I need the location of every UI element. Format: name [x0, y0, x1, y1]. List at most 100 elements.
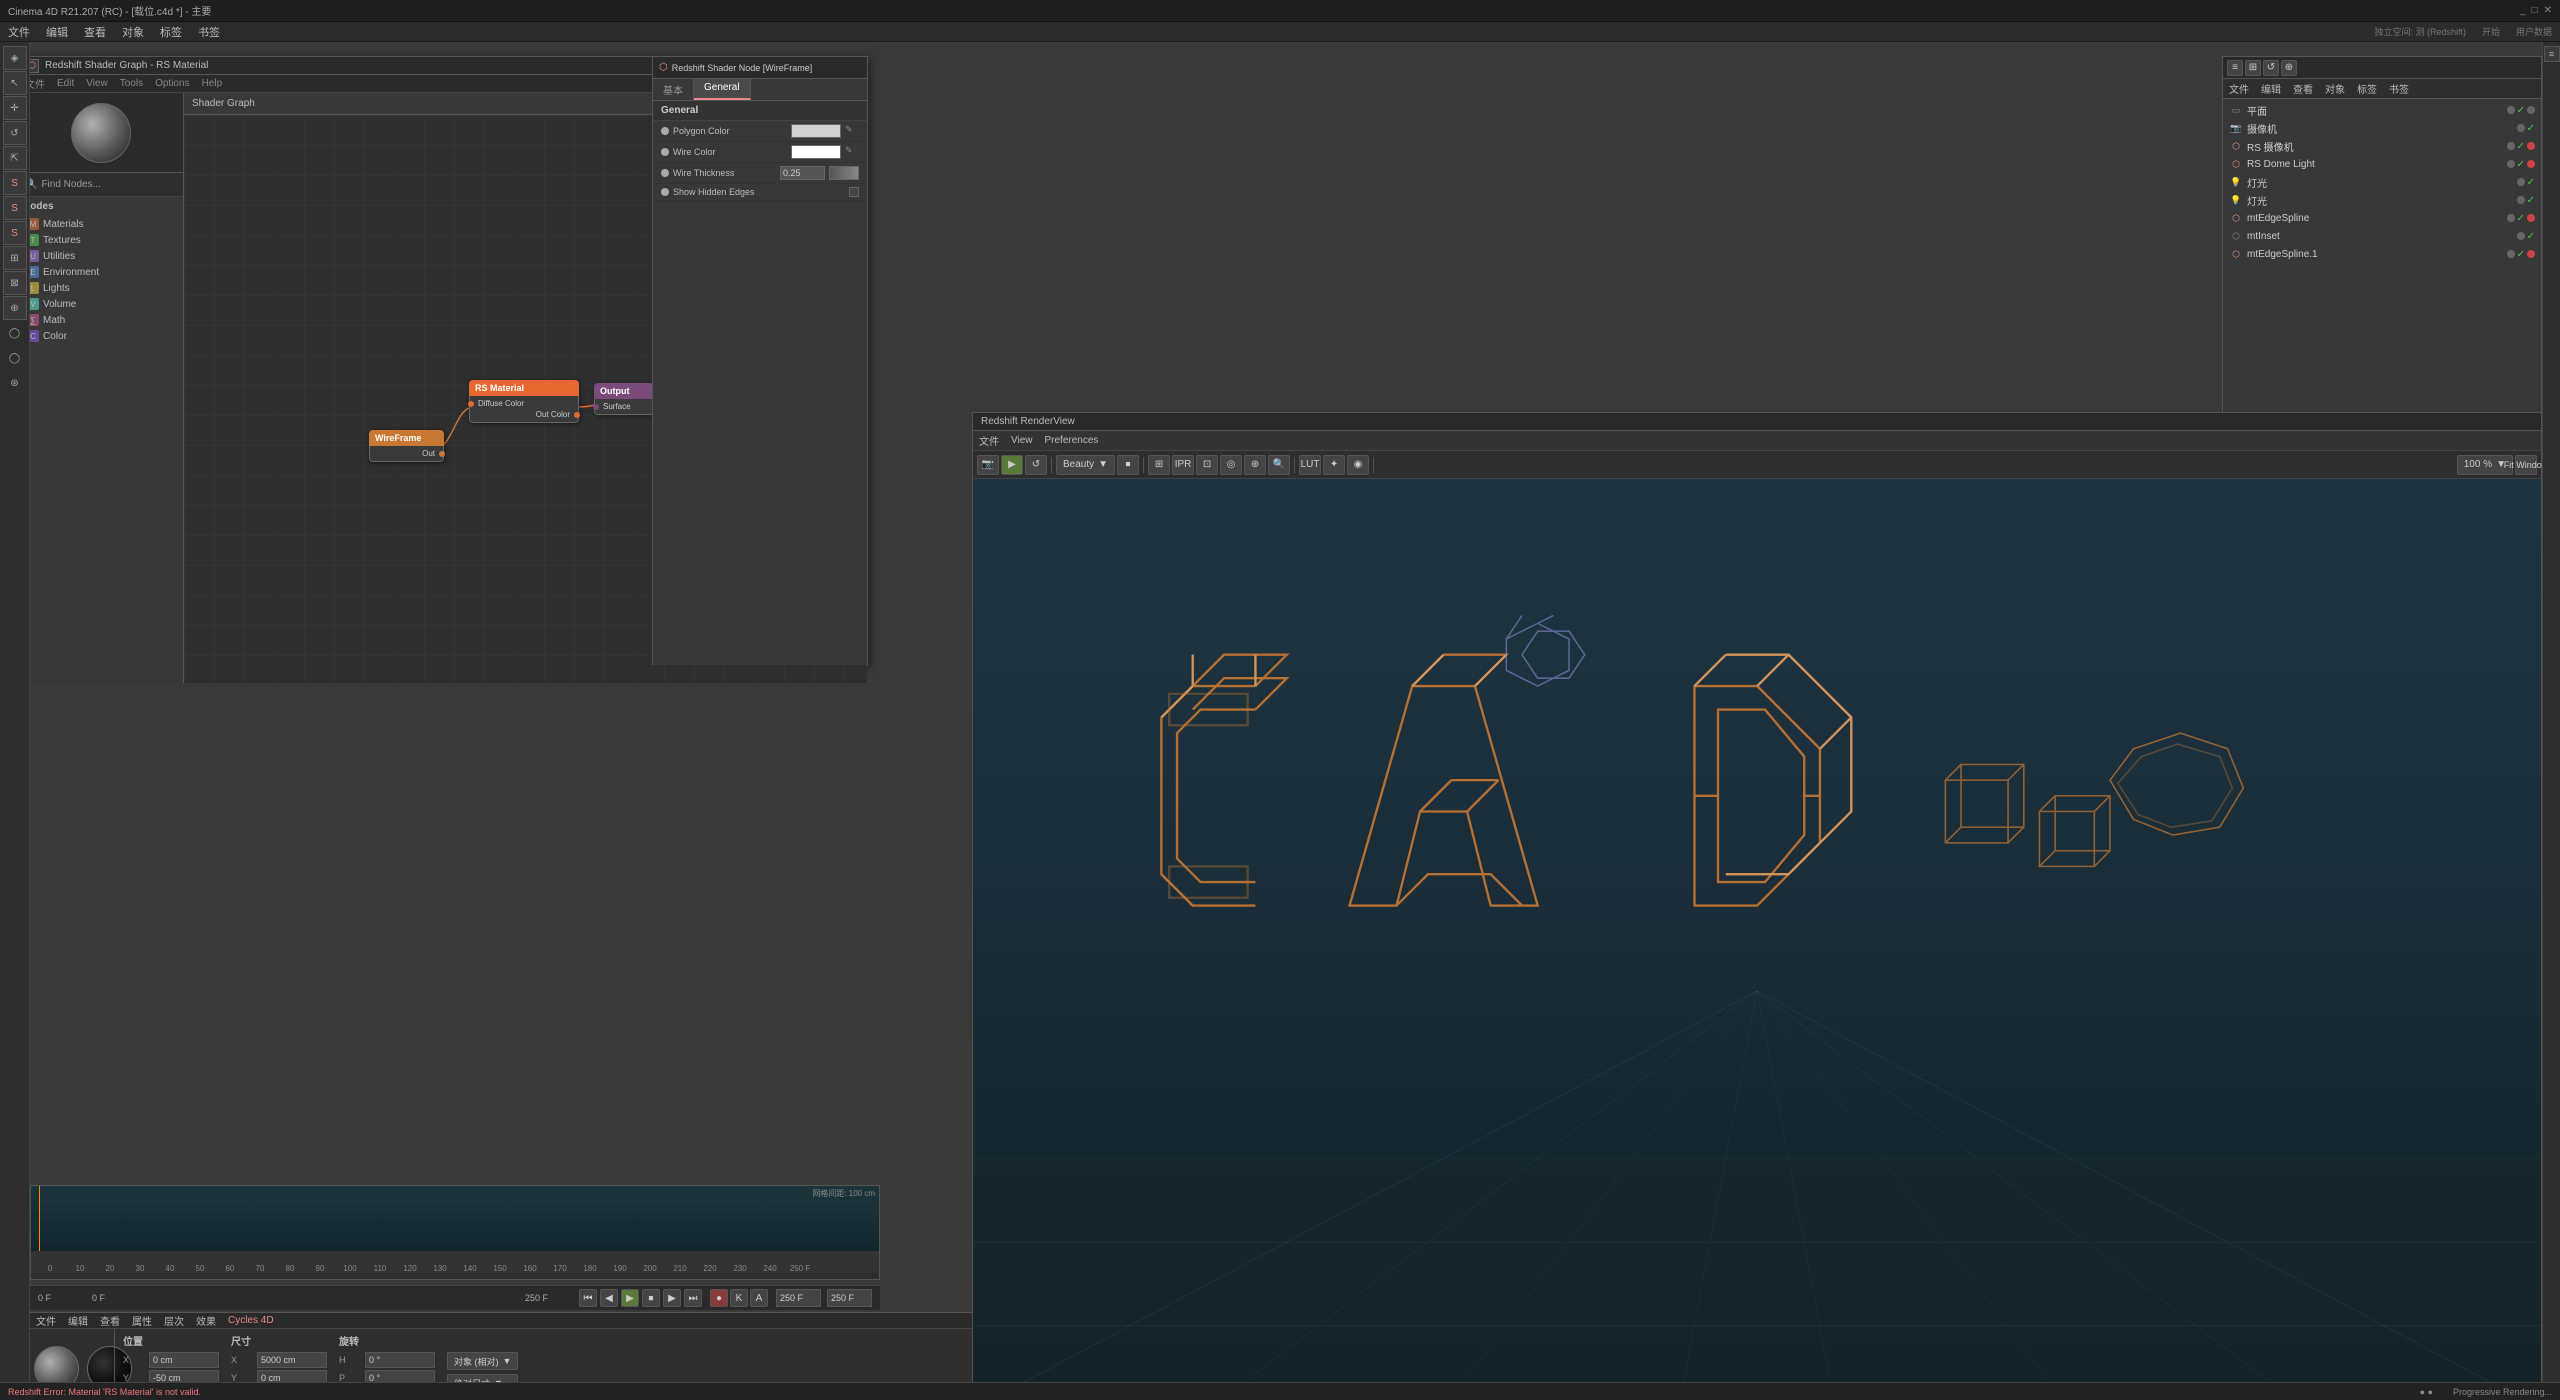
toolbar-spiro[interactable]: ⊛ [3, 371, 27, 395]
btn-play[interactable]: ▶ [621, 1289, 639, 1307]
bt-file[interactable]: 文件 [36, 1313, 56, 1328]
toolbar-s3[interactable]: S [3, 221, 27, 245]
tab-general[interactable]: General [694, 79, 751, 100]
val-rot-h[interactable]: 0 ° [365, 1352, 435, 1368]
toolbar-s[interactable]: S [3, 171, 27, 195]
btn-goto-start[interactable]: ⏮ [579, 1289, 597, 1307]
scene-item-light1[interactable]: 💡 灯光 ✓ [2225, 173, 2539, 191]
rv-canvas[interactable]: ○已完成 野做: 野单处: 野. 作道: 马虎时 (0.15s) Progres… [973, 479, 2541, 1400]
node-wireframe[interactable]: WireFrame Out [369, 430, 444, 462]
menu-bookmark[interactable]: 书签 [198, 24, 220, 40]
rv-btn-fit[interactable]: ⊕ [1244, 455, 1266, 475]
rv-btn-bloom[interactable]: ✦ [1323, 455, 1345, 475]
bt-hierarchy[interactable]: 层次 [164, 1313, 184, 1328]
scene-item-light2[interactable]: 💡 灯光 ✓ [2225, 191, 2539, 209]
scene-item-mtedgespline[interactable]: ⬡ mtEdgeSpline ✓ [2225, 209, 2539, 227]
tree-item-materials[interactable]: M Materials [23, 216, 179, 232]
menu-file[interactable]: 文件 [8, 24, 30, 40]
toolbar-s2[interactable]: S [3, 196, 27, 220]
wire-thickness-slider[interactable] [829, 166, 859, 180]
timeline-canvas[interactable]: 网格间距: 100 cm [31, 1186, 879, 1251]
menu-edit[interactable]: 编辑 [46, 24, 68, 40]
rv-quality-dropdown[interactable]: Beauty ▼ [1056, 455, 1115, 475]
scene-item-rs-camera[interactable]: ⬡ RS 摄像机 ✓ [2225, 137, 2539, 155]
rv-snapshot-btn[interactable]: 📷 [977, 455, 999, 475]
btn-next-frame[interactable]: ▶ [663, 1289, 681, 1307]
rv-menu-view[interactable]: View [1011, 435, 1033, 446]
btn-keying[interactable]: K [730, 1289, 748, 1307]
scene-tb-btn3[interactable]: ↺ [2263, 60, 2279, 76]
node-rs-material[interactable]: RS Material Diffuse Color Out Color [469, 380, 579, 423]
toolbar-scale[interactable]: ⇱ [3, 146, 27, 170]
wire-thickness-input[interactable] [780, 166, 825, 180]
find-nodes-label[interactable]: Find Nodes... [41, 179, 100, 190]
val-size-x[interactable]: 5000 cm [257, 1352, 327, 1368]
hidden-edges-checkbox[interactable] [849, 187, 859, 197]
toolbar-select[interactable]: ↖ [3, 71, 27, 95]
scene-item-plane[interactable]: ▭ 平面 ✓ [2225, 101, 2539, 119]
shader-menu-options[interactable]: Options [155, 78, 189, 89]
btn-stop[interactable]: ⏹ [642, 1289, 660, 1307]
scene-item-mtedgespline1[interactable]: ⬡ mtEdgeSpline.1 ✓ [2225, 245, 2539, 263]
bt-edit[interactable]: 编辑 [68, 1313, 88, 1328]
scene-tb-btn4[interactable]: ⊕ [2281, 60, 2297, 76]
toolbar-grid[interactable]: ⊞ [3, 246, 27, 270]
toolbar-axis[interactable]: ⊕ [3, 296, 27, 320]
scene-item-mtinset[interactable]: ⬡ mtInset ✓ [2225, 227, 2539, 245]
tree-item-environment[interactable]: E Environment [23, 264, 179, 280]
scene-menu-bookmark[interactable]: 书签 [2389, 81, 2409, 96]
tree-item-textures[interactable]: T Textures [23, 232, 179, 248]
rv-btn-select[interactable]: ◎ [1220, 455, 1242, 475]
scene-menu-view[interactable]: 查看 [2293, 81, 2313, 96]
tab-basic[interactable]: 基本 [653, 79, 694, 100]
rv-render-btn[interactable]: ▶ [1001, 455, 1023, 475]
tree-item-volume[interactable]: V Volume [23, 296, 179, 312]
coord-type-dropdown[interactable]: 对象 (相对) ▼ [447, 1352, 518, 1370]
rt-btn1[interactable]: ≡ [2544, 46, 2560, 62]
btn-record[interactable]: ● [710, 1289, 728, 1307]
rv-stop-btn[interactable]: ⏹ [1117, 455, 1139, 475]
scene-tb-btn2[interactable]: ⊞ [2245, 60, 2261, 76]
bt-view[interactable]: 查看 [100, 1313, 120, 1328]
end-frame-input2[interactable] [827, 1289, 872, 1307]
tree-item-color[interactable]: C Color [23, 328, 179, 344]
shader-menu-view[interactable]: View [86, 78, 108, 89]
shader-menu-help[interactable]: Help [202, 78, 223, 89]
bt-effect[interactable]: 效果 [196, 1313, 216, 1328]
tree-item-utilities[interactable]: U Utilities [23, 248, 179, 264]
toolbar-mode[interactable]: ◈ [3, 46, 27, 70]
val-pos-x[interactable]: 0 cm [149, 1352, 219, 1368]
polygon-color-edit[interactable]: ✎ [845, 124, 859, 138]
rv-btn-lens[interactable]: ◉ [1347, 455, 1369, 475]
rv-btn-zoom1[interactable]: 🔍 [1268, 455, 1290, 475]
node-output[interactable]: Output Surface [594, 383, 654, 415]
btn-autokey[interactable]: A [750, 1289, 768, 1307]
tree-item-lights[interactable]: L Lights [23, 280, 179, 296]
scene-menu-object[interactable]: 对象 [2325, 81, 2345, 96]
wire-color-swatch[interactable] [791, 145, 841, 159]
wire-color-edit[interactable]: ✎ [845, 145, 859, 159]
rv-fit-window-btn[interactable]: Fit Window [2515, 455, 2537, 475]
toolbar-snap[interactable]: ⊠ [3, 271, 27, 295]
scene-menu-edit[interactable]: 编辑 [2261, 81, 2281, 96]
btn-prev-frame[interactable]: ◀ [600, 1289, 618, 1307]
scene-tb-btn1[interactable]: ≡ [2227, 60, 2243, 76]
bt-cycles[interactable]: Cycles 4D [228, 1315, 274, 1326]
tree-item-math[interactable]: ∑ Math [23, 312, 179, 328]
btn-goto-end[interactable]: ⏭ [684, 1289, 702, 1307]
rv-btn-ipr[interactable]: IPR [1172, 455, 1194, 475]
scene-item-dome-light[interactable]: ⬡ RS Dome Light ✓ [2225, 155, 2539, 173]
rv-refresh-btn[interactable]: ↺ [1025, 455, 1047, 475]
polygon-color-swatch[interactable] [791, 124, 841, 138]
rv-menu-file[interactable]: 文件 [979, 433, 999, 448]
menu-object[interactable]: 对象 [122, 24, 144, 40]
bt-attr[interactable]: 属性 [132, 1313, 152, 1328]
toolbar-circle2[interactable]: ◯ [3, 346, 27, 370]
rv-btn-region[interactable]: ⊡ [1196, 455, 1218, 475]
shader-menu-edit[interactable]: Edit [57, 78, 74, 89]
scene-item-camera[interactable]: 📷 摄像机 ✓ [2225, 119, 2539, 137]
rv-btn-lut[interactable]: LUT [1299, 455, 1321, 475]
rv-menu-prefs[interactable]: Preferences [1045, 435, 1099, 446]
shader-menu-tools[interactable]: Tools [120, 78, 143, 89]
toolbar-rotate[interactable]: ↺ [3, 121, 27, 145]
